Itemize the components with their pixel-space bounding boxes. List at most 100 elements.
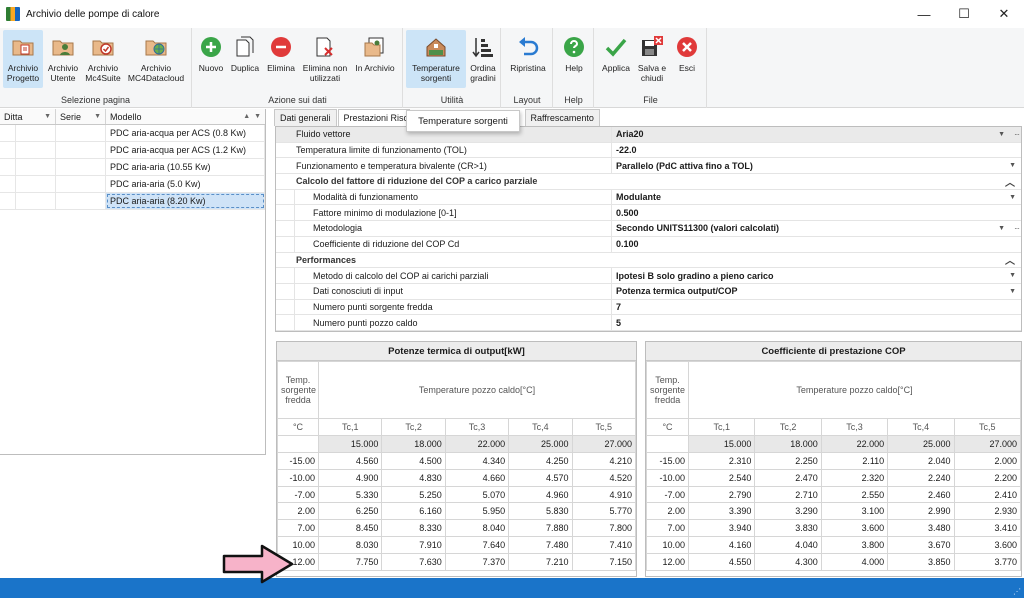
- value-cell[interactable]: 4.570: [508, 468, 573, 487]
- tab-raffrescamento[interactable]: Raffrescamento: [524, 109, 600, 126]
- value-cell[interactable]: 7.630: [381, 553, 446, 572]
- value-cell[interactable]: 3.480: [887, 519, 955, 538]
- property-tol[interactable]: Temperatura limite di funzionamento (TOL…: [276, 142, 1021, 159]
- value-cell[interactable]: 4.040: [754, 536, 822, 555]
- value-cell[interactable]: 4.160: [687, 536, 756, 555]
- value-cell[interactable]: 5.950: [444, 502, 510, 521]
- ripristina-button[interactable]: Ripristina: [506, 30, 550, 88]
- value-cell[interactable]: 2.310: [687, 451, 756, 470]
- property-metodo-calcolo[interactable]: Metodo di calcolo del COP ai carichi par…: [276, 268, 1021, 284]
- value-cell[interactable]: 4.830: [381, 468, 446, 487]
- value-cell[interactable]: 6.160: [381, 502, 446, 521]
- value-cell[interactable]: 3.100: [820, 502, 889, 521]
- cold-temp-cell[interactable]: -10.00: [646, 468, 689, 487]
- value-cell[interactable]: 3.830: [754, 519, 822, 538]
- value-cell[interactable]: 2.410: [953, 485, 1022, 504]
- value-cell[interactable]: 2.790: [687, 485, 756, 504]
- value-cell[interactable]: 5.830: [508, 502, 573, 521]
- ordina-gradini-button[interactable]: Ordina gradini: [467, 30, 499, 88]
- value-cell[interactable]: 3.600: [953, 536, 1022, 555]
- minimize-button[interactable]: —: [904, 0, 944, 28]
- list-item-selected[interactable]: PDC aria-aria (8.20 Kw): [0, 193, 265, 210]
- list-item[interactable]: PDC aria-acqua per ACS (1.2 Kw): [0, 142, 265, 159]
- close-window-button[interactable]: ✕: [984, 0, 1024, 28]
- value-cell[interactable]: 7.750: [317, 553, 383, 572]
- filter-icon[interactable]: ▼: [44, 109, 51, 125]
- value-cell[interactable]: 4.660: [444, 468, 510, 487]
- column-header-serie[interactable]: Serie ▼: [56, 109, 106, 124]
- cold-temp-cell[interactable]: 7.00: [277, 519, 319, 538]
- maximize-button[interactable]: ☐: [944, 0, 984, 28]
- value-cell[interactable]: 7.150: [571, 553, 637, 572]
- value-cell[interactable]: 7.800: [571, 519, 637, 538]
- value-cell[interactable]: 8.030: [317, 536, 383, 555]
- value-cell[interactable]: 2.460: [887, 485, 955, 504]
- value-cell[interactable]: 4.900: [317, 468, 383, 487]
- cold-temp-cell[interactable]: -10.00: [277, 468, 319, 487]
- value-cell[interactable]: 2.200: [953, 468, 1022, 487]
- property-coefficiente-cd[interactable]: Coefficiente di riduzione del COP Cd 0.1…: [276, 236, 1021, 253]
- tab-dati-generali[interactable]: Dati generali: [274, 109, 337, 126]
- collapse-chevron-icon[interactable]: ︿: [1005, 252, 1015, 267]
- value-cell[interactable]: 3.940: [687, 519, 756, 538]
- value-cell[interactable]: 5.770: [571, 502, 637, 521]
- value-cell[interactable]: 8.330: [381, 519, 446, 538]
- value-cell[interactable]: 4.250: [508, 451, 573, 470]
- value-cell[interactable]: 3.770: [953, 553, 1022, 572]
- elimina-button[interactable]: Elimina: [265, 30, 297, 88]
- ellipsis-icon[interactable]: ···: [1014, 224, 1020, 233]
- value-cell[interactable]: 7.210: [508, 553, 573, 572]
- value-cell[interactable]: 4.000: [820, 553, 889, 572]
- property-fluido-vettore[interactable]: Fluido vettore Aria20 ▼ ···: [276, 127, 1021, 143]
- cold-temp-cell[interactable]: 12.00: [646, 553, 689, 572]
- value-cell[interactable]: 3.600: [820, 519, 889, 538]
- applica-button[interactable]: Applica: [598, 30, 634, 88]
- list-item[interactable]: PDC aria-aria (10.55 Kw): [0, 159, 265, 176]
- temperature-sorgenti-button[interactable]: Temperature sorgenti: [406, 30, 466, 88]
- value-cell[interactable]: 4.210: [571, 451, 637, 470]
- value-cell[interactable]: 3.670: [887, 536, 955, 555]
- value-cell[interactable]: 5.250: [381, 485, 446, 504]
- salva-e-chiudi-button[interactable]: Salva e chiudi: [635, 30, 669, 88]
- dropdown-arrow-icon[interactable]: ▼: [1009, 288, 1016, 295]
- property-punti-sorgente-fredda[interactable]: Numero punti sorgente fredda 7: [276, 299, 1021, 316]
- elimina-non-utilizzati-button[interactable]: Elimina non utilizzati: [299, 30, 351, 88]
- list-item[interactable]: PDC aria-aria (5.0 Kw): [0, 176, 265, 193]
- value-cell[interactable]: 3.410: [953, 519, 1022, 538]
- property-bivalente[interactable]: Funzionamento e temperatura bivalente (C…: [276, 158, 1021, 175]
- category-performances[interactable]: Performances ︿: [276, 253, 1021, 269]
- archivio-mc4datacloud-button[interactable]: Archivio MC4Datacloud: [124, 30, 188, 88]
- value-cell[interactable]: 4.500: [381, 451, 446, 470]
- value-cell[interactable]: 4.300: [754, 553, 822, 572]
- cold-temp-cell[interactable]: -15.00: [646, 451, 689, 470]
- value-cell[interactable]: 5.070: [444, 485, 510, 504]
- sort-filter-icon[interactable]: ▲ ▼: [243, 109, 261, 125]
- value-cell[interactable]: 4.560: [317, 451, 383, 470]
- value-cell[interactable]: 4.550: [687, 553, 756, 572]
- value-cell[interactable]: 8.040: [444, 519, 510, 538]
- value-cell[interactable]: 2.110: [820, 451, 889, 470]
- cold-temp-cell[interactable]: 7.00: [646, 519, 689, 538]
- value-cell[interactable]: 4.910: [571, 485, 637, 504]
- category-calcolo-cop[interactable]: Calcolo del fattore di riduzione del COP…: [276, 174, 1021, 190]
- value-cell[interactable]: 4.960: [508, 485, 573, 504]
- value-cell[interactable]: 4.340: [444, 451, 510, 470]
- value-cell[interactable]: 2.250: [754, 451, 822, 470]
- value-cell[interactable]: 3.800: [820, 536, 889, 555]
- property-punti-pozzo-caldo[interactable]: Numero punti pozzo caldo 5: [276, 315, 1021, 331]
- collapse-chevron-icon[interactable]: ︿: [1005, 174, 1015, 189]
- ellipsis-icon[interactable]: ···: [1014, 130, 1020, 139]
- nuovo-button[interactable]: Nuovo: [197, 30, 225, 88]
- value-cell[interactable]: 7.480: [508, 536, 573, 555]
- tab-prestazioni-riscaldamento[interactable]: Prestazioni Riscal: [337, 109, 410, 126]
- cold-temp-cell[interactable]: -7.00: [277, 485, 319, 504]
- value-cell[interactable]: 7.370: [444, 553, 510, 572]
- value-cell[interactable]: 3.850: [887, 553, 955, 572]
- value-cell[interactable]: 2.540: [687, 468, 756, 487]
- value-cell[interactable]: 2.710: [754, 485, 822, 504]
- list-item[interactable]: PDC aria-acqua per ACS (0.8 Kw): [0, 125, 265, 142]
- dropdown-arrow-icon[interactable]: ▼: [1009, 194, 1016, 201]
- dropdown-arrow-icon[interactable]: ▼: [1009, 272, 1016, 279]
- property-fattore-modulazione[interactable]: Fattore minimo di modulazione [0-1] 0.50…: [276, 205, 1021, 222]
- value-cell[interactable]: 2.320: [820, 468, 889, 487]
